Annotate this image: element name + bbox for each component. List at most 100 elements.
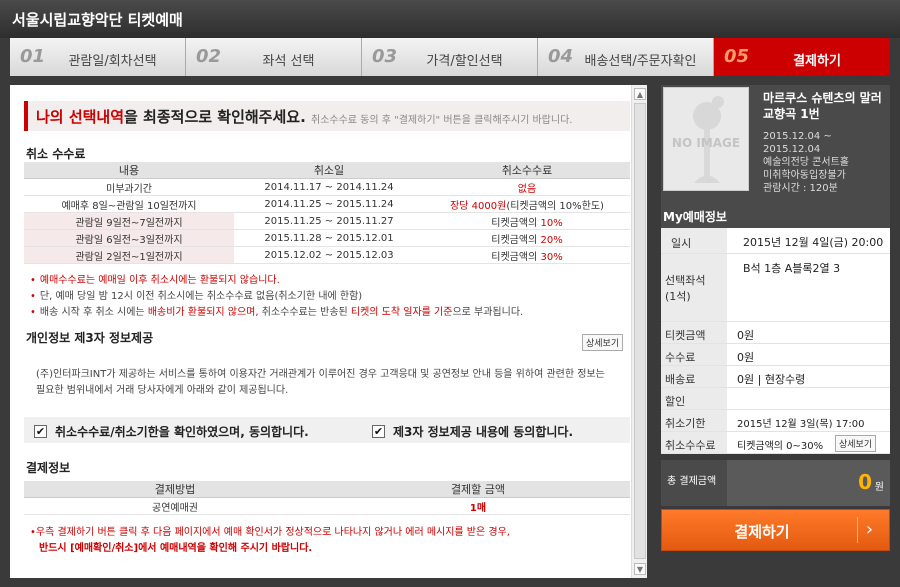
my-booking-table: 일시 2015년 12월 4일(금) 20:00 선택좌석 (1석) B석 1층… <box>661 228 890 454</box>
cell-content: 예매후 8일~관람일 10일전까지 <box>24 195 234 213</box>
agreement-bar: ✔ 취소수수료/취소기한을 확인하였으며, 동의합니다. ✔ 제3자 정보제공 … <box>24 417 630 443</box>
app-title: 서울시립교향악단 티켓예매 <box>12 11 183 29</box>
label-fee: 수수료 <box>661 344 727 365</box>
col-header: 결제할 금액 <box>326 481 630 498</box>
app-header: 서울시립교향악단 티켓예매 <box>0 0 900 38</box>
label-date: 일시 <box>661 228 727 253</box>
pay-button-label: 결제하기 <box>734 523 790 541</box>
confirm-banner: 나의 선택내역을 최종적으로 확인해주세요. 취소수수료 동의 후 "결제하기"… <box>24 101 630 131</box>
fee-prefix: 티켓금액의 <box>491 217 541 229</box>
total-unit: 원 <box>874 482 884 493</box>
scroll-thumb[interactable] <box>634 103 646 559</box>
privacy-text: (주)인터파크INT가 제공하는 서비스를 통하여 이용자간 거래관계가 이루어… <box>36 369 605 396</box>
cell-fee: 티켓금액의 20% <box>424 229 630 247</box>
scroll-down-icon[interactable]: ▼ <box>634 563 646 575</box>
table-row: 관람일 6일전~3일전까지 2015.11.28 ~ 2015.12.01 티켓… <box>24 229 630 247</box>
agree-privacy[interactable]: ✔ 제3자 정보제공 내용에 동의합니다. <box>372 423 573 440</box>
label-discount: 할인 <box>661 388 727 409</box>
value-ticket: 0원 <box>737 329 755 342</box>
step-label: 배송선택/주문자확인 <box>584 54 697 69</box>
payment-amount: 1매 <box>326 497 630 515</box>
main-panel: 나의 선택내역을 최종적으로 확인해주세요. 취소수수료 동의 후 "결제하기"… <box>10 85 647 578</box>
cell-content: 관람일 2일전~1일전까지 <box>24 246 234 264</box>
cell-fee: 장당 4000원(티켓금액의 10%한도) <box>424 195 630 213</box>
value-shipping: 0원 | 현장수령 <box>737 373 806 386</box>
payment-table: 결제방법 결제할 금액 공연예매권 1매 <box>24 481 630 515</box>
value-date: 2015년 12월 4일(금) 20:00 <box>743 236 884 249</box>
checkbox-checked-icon[interactable]: ✔ <box>372 425 385 438</box>
show-info: 2015.12.04 ~ 2015.12.04 예술의전당 콘서트홀 미취학아동… <box>763 130 890 195</box>
fee-prefix: 티켓금액의 <box>491 251 541 263</box>
col-header: 내용 <box>24 162 234 179</box>
agree-cancel-label: 취소수수료/취소기한을 확인하였으며, 동의합니다. <box>55 425 309 439</box>
cell-content: 관람일 6일전~3일전까지 <box>24 229 234 247</box>
agree-privacy-label: 제3자 정보제공 내용에 동의합니다. <box>393 425 574 439</box>
pay-button[interactable]: 결제하기 › <box>661 509 890 551</box>
banner-highlight: 나의 선택내역 <box>36 108 125 126</box>
scroll-up-icon[interactable]: ▲ <box>634 88 646 100</box>
table-row: 공연예매권 1매 <box>24 497 630 515</box>
banner-rest: 을 최종적으로 확인해주세요. <box>124 108 306 126</box>
table-row: 미부과기간 2014.11.17 ~ 2014.11.24 없음 <box>24 178 630 196</box>
no-image-label: NO IMAGE <box>671 136 741 150</box>
show-age: 미취학아동입장불가 <box>763 170 846 181</box>
table-row: 예매후 8일~관람일 10일전까지 2014.11.25 ~ 2015.11.2… <box>24 195 630 213</box>
show-title: 마르쿠스 슈텐츠의 말러 교향곡 1번 <box>763 91 882 121</box>
cell-date: 2014.11.17 ~ 2014.11.24 <box>234 178 424 196</box>
total-value: 0 <box>858 470 872 494</box>
step-5-active[interactable]: 05 결제하기 <box>714 38 890 76</box>
row-shipping: 배송료 0원 | 현장수령 <box>661 366 890 388</box>
col-header: 취소일 <box>234 162 424 179</box>
fee-note: (티켓금액의 10%한도) <box>506 200 604 212</box>
col-header: 취소수수료 <box>424 162 630 179</box>
note-2: • 단, 예매 당일 밤 12시 이전 취소시에는 취소수수료 없음(취소기한 내… <box>30 291 363 302</box>
payment-info-title: 결제정보 <box>26 461 71 475</box>
step-4[interactable]: 04 배송선택/주문자확인 <box>538 38 714 76</box>
vertical-scrollbar[interactable]: ▲ ▼ <box>631 85 647 578</box>
row-cancel-fee: 취소수수료 티켓금액의 0~30% 상세보기 <box>661 432 890 454</box>
value-fee: 0원 <box>737 351 755 364</box>
step-label: 가격/할인선택 <box>426 54 503 69</box>
note-1: • 예매수수료는 예매일 이후 취소시에는 환불되지 않습니다. <box>30 275 280 286</box>
step-label: 결제하기 <box>793 54 841 69</box>
cancel-notes: • 예매수수료는 예매일 이후 취소시에는 환불되지 않습니다. • 단, 예매 당… <box>30 273 523 321</box>
cell-content: 미부과기간 <box>24 178 234 196</box>
table-row: 관람일 2일전~1일전까지 2015.12.02 ~ 2015.12.03 티켓… <box>24 246 630 264</box>
row-discount: 할인 <box>661 388 890 410</box>
fee-percent: 20% <box>540 234 563 246</box>
step-3[interactable]: 03 가격/할인선택 <box>362 38 538 76</box>
banner-hint: 취소수수료 동의 후 "결제하기" 버튼을 클릭해주시기 바랍니다. <box>311 115 573 126</box>
privacy-title: 개인정보 제3자 정보제공 <box>26 331 154 345</box>
row-fee: 수수료 0원 <box>661 344 890 366</box>
note-3: • 배송 시작 후 취소 시에는 배송비가 환불되지 않으며, 취소수수료는 반송… <box>30 307 524 318</box>
cell-date: 2015.11.25 ~ 2015.11.27 <box>234 212 424 230</box>
label-deadline: 취소기한 <box>661 410 727 431</box>
label-seat: 선택좌석 (1석) <box>661 254 727 321</box>
cancel-fee-detail-button[interactable]: 상세보기 <box>835 435 877 452</box>
row-seat: 선택좌석 (1석) B석 1층 A블록2열 3 <box>661 254 890 322</box>
privacy-detail-button[interactable]: 상세보기 <box>582 334 624 351</box>
cell-date: 2014.11.25 ~ 2015.11.24 <box>234 195 424 213</box>
show-venue: 예술의전당 콘서트홀 <box>763 157 849 168</box>
fee-percent: 30% <box>540 251 563 263</box>
banner-heading: 나의 선택내역을 최종적으로 확인해주세요. <box>36 106 306 127</box>
row-ticket: 티켓금액 0원 <box>661 322 890 344</box>
cell-date: 2015.11.28 ~ 2015.12.01 <box>234 229 424 247</box>
step-1[interactable]: 01 관람일/회차선택 <box>10 38 186 76</box>
agree-cancel-fee[interactable]: ✔ 취소수수료/취소기한을 확인하였으며, 동의합니다. <box>34 423 309 440</box>
cancel-fee-table: 내용 취소일 취소수수료 미부과기간 2014.11.17 ~ 2014.11.… <box>24 162 630 264</box>
cell-fee: 티켓금액의 30% <box>424 246 630 264</box>
show-summary: NO IMAGE 마르쿠스 슈텐츠의 말러 교향곡 1번 2015.12.04 … <box>661 85 890 202</box>
value-cancel-fee: 티켓금액의 0~30% <box>737 441 824 452</box>
col-header: 결제방법 <box>24 481 326 498</box>
label-shipping: 배송료 <box>661 366 727 387</box>
payment-method: 공연예매권 <box>24 497 326 515</box>
value-seat: B석 1층 A블록2열 3 <box>743 262 841 275</box>
side-panel: NO IMAGE 마르쿠스 슈텐츠의 말러 교향곡 1번 2015.12.04 … <box>661 85 890 578</box>
cell-content: 관람일 9일전~7일전까지 <box>24 212 234 230</box>
step-2[interactable]: 02 좌석 선택 <box>186 38 362 76</box>
checkbox-checked-icon[interactable]: ✔ <box>34 425 47 438</box>
total-amount: 총 결제금액 0 원 <box>661 460 890 506</box>
cancel-fee-title: 취소 수수료 <box>26 147 86 161</box>
warning-line-1: •우측 결제하기 버튼 클릭 후 다음 페이지에서 예매 확인서가 정상적으로 … <box>30 527 510 538</box>
